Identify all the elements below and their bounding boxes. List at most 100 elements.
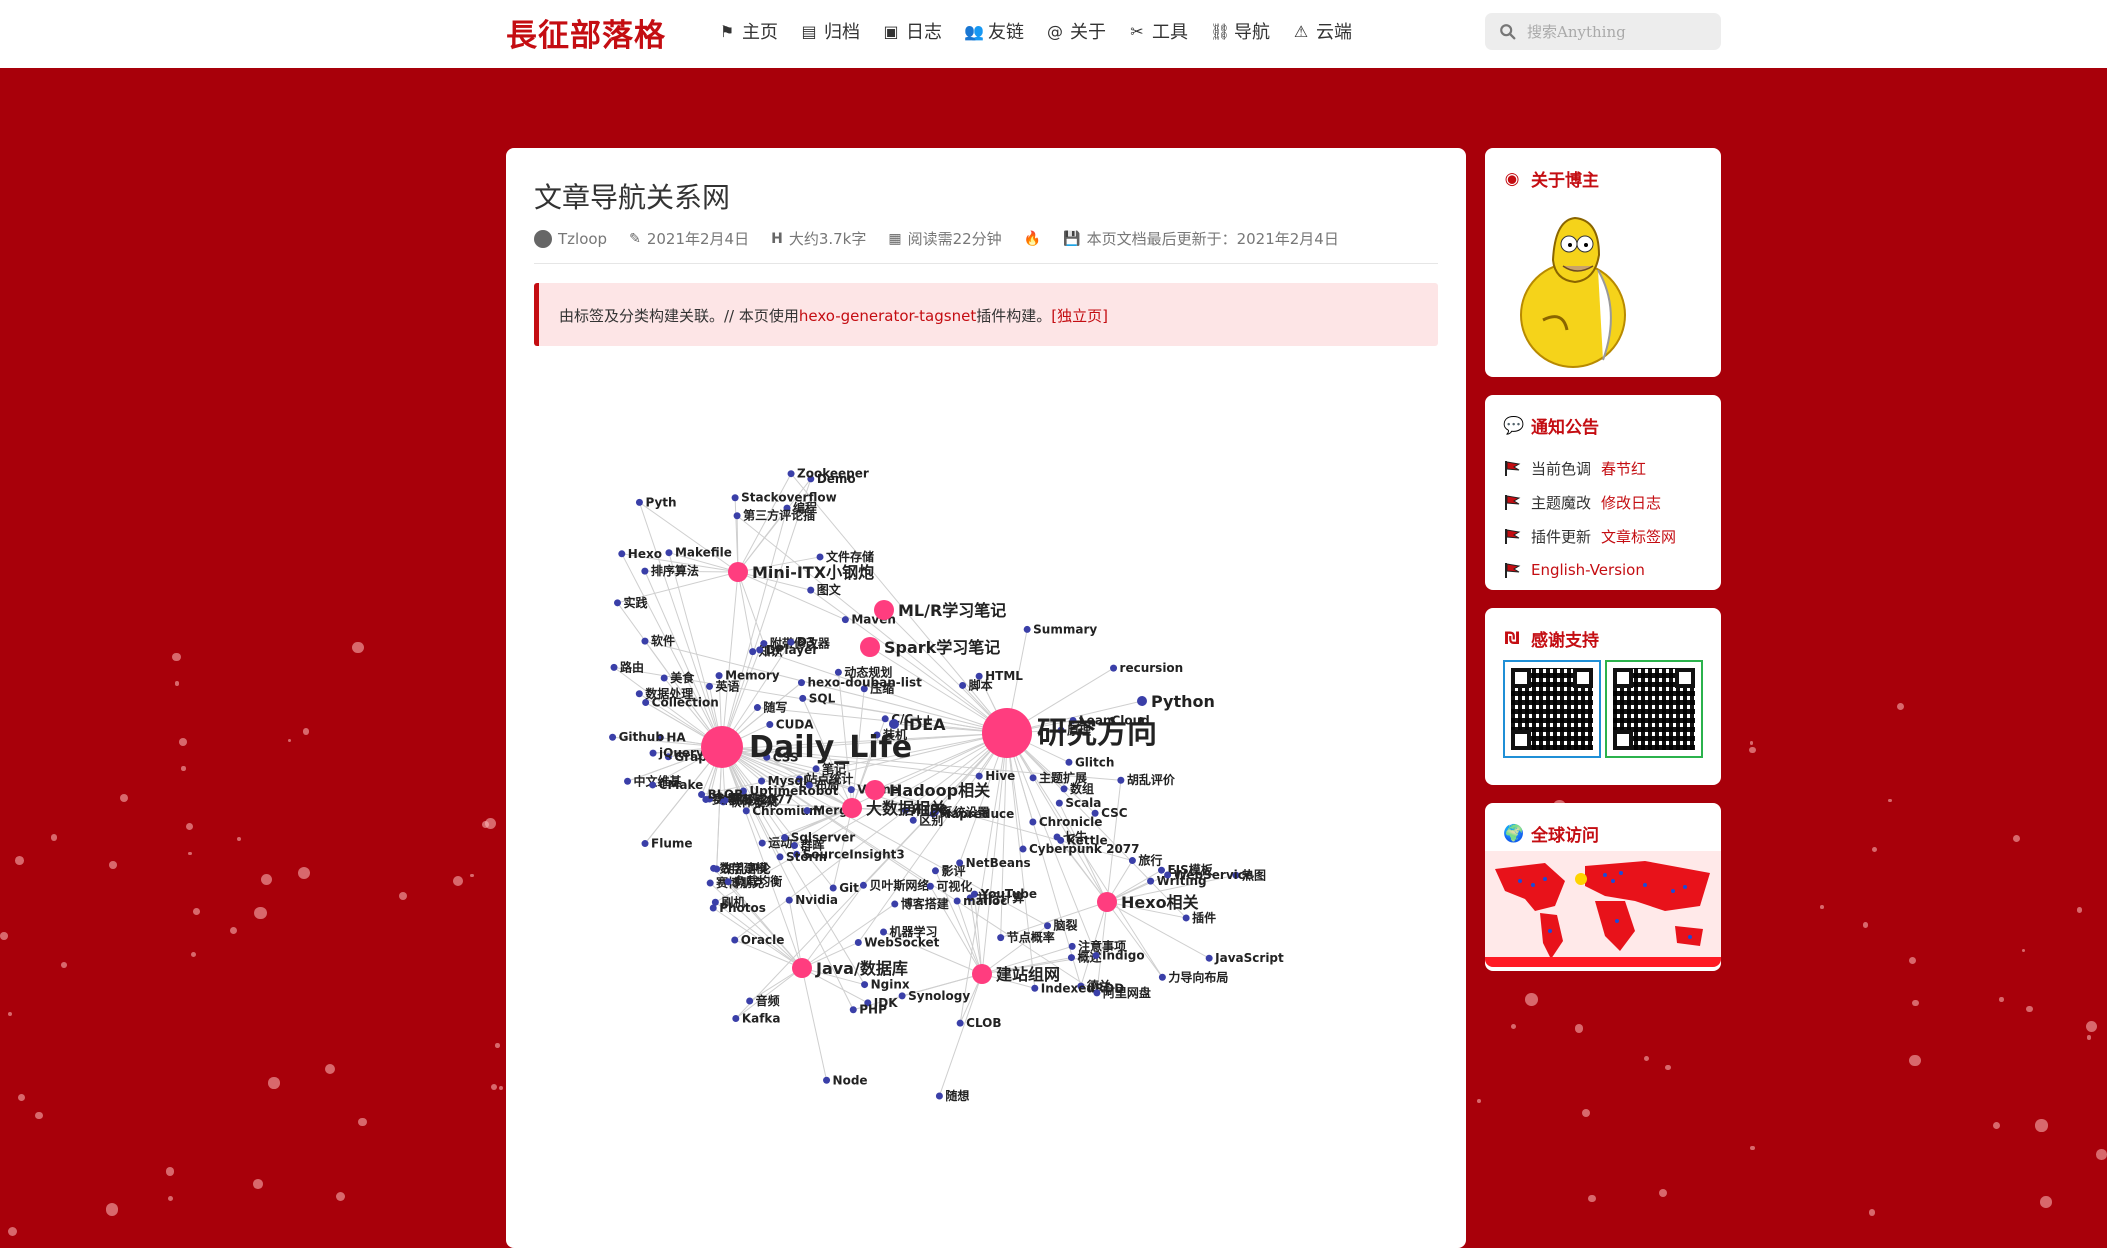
graph-node[interactable]: 博客搭建: [891, 896, 950, 911]
node-label[interactable]: Flume: [651, 837, 693, 851]
avatar[interactable]: [1503, 200, 1643, 370]
node-label[interactable]: CMake: [659, 778, 704, 792]
node-label[interactable]: Makefile: [675, 546, 732, 560]
site-logo[interactable]: 長征部落格: [506, 10, 666, 55]
node-dot[interactable]: [1044, 922, 1052, 930]
visitor-world-map[interactable]: [1485, 851, 1721, 967]
node-dot[interactable]: [610, 663, 618, 671]
node-dot[interactable]: [1097, 892, 1117, 912]
node-label[interactable]: 插件: [1192, 910, 1216, 925]
node-dot[interactable]: [1157, 866, 1165, 874]
node-dot[interactable]: [1068, 942, 1076, 950]
node-dot[interactable]: [891, 900, 899, 908]
node-label[interactable]: jQuery: [658, 746, 704, 760]
node-label[interactable]: Indigo: [1102, 949, 1145, 963]
graph-node[interactable]: Pyth: [635, 495, 677, 509]
node-label[interactable]: Sqlserver: [791, 831, 856, 845]
graph-node[interactable]: Summary: [1023, 622, 1098, 636]
node-dot[interactable]: [898, 992, 906, 1000]
graph-node[interactable]: Scala: [1055, 796, 1102, 810]
nav-item-archive[interactable]: ▤ 归档: [800, 18, 860, 44]
node-dot[interactable]: [665, 549, 673, 557]
node-dot[interactable]: [854, 938, 862, 946]
announcement-link[interactable]: 修改日志: [1601, 492, 1661, 513]
node-dot[interactable]: [797, 679, 805, 687]
node-dot[interactable]: [766, 721, 774, 729]
graph-node[interactable]: Daily_Life: [701, 726, 912, 768]
node-dot[interactable]: [710, 864, 718, 872]
node-dot[interactable]: [926, 882, 934, 890]
graph-node[interactable]: 实践: [614, 595, 648, 610]
node-label[interactable]: 第三方评论插: [743, 508, 815, 523]
node-dot[interactable]: [742, 807, 750, 815]
node-dot[interactable]: [756, 646, 764, 654]
graph-node[interactable]: 刷机: [711, 894, 746, 909]
node-label[interactable]: SQL: [809, 691, 836, 705]
node-label[interactable]: 贝叶斯网络: [869, 877, 929, 892]
node-dot[interactable]: [812, 765, 820, 773]
graph-node[interactable]: 数学建模: [710, 860, 769, 875]
graph-node[interactable]: Stackoverflow: [731, 491, 837, 505]
node-dot[interactable]: [1092, 952, 1100, 960]
node-label[interactable]: 数据处理: [645, 686, 693, 701]
node-dot[interactable]: [859, 881, 867, 889]
graph-node[interactable]: hexo-douban-list: [797, 676, 922, 690]
node-dot[interactable]: [706, 682, 714, 690]
node-dot[interactable]: [746, 997, 754, 1005]
node-dot[interactable]: [701, 726, 743, 768]
nav-item-tools[interactable]: ✂ 工具: [1128, 18, 1188, 44]
node-label[interactable]: 脑裂: [1053, 918, 1078, 933]
graph-node[interactable]: 音频: [746, 993, 780, 1008]
node-dot[interactable]: [799, 694, 807, 702]
node-label[interactable]: 博客搭建: [901, 896, 950, 911]
node-label[interactable]: ML/R学习笔记: [898, 601, 1006, 620]
node-label[interactable]: 文件存储: [826, 549, 874, 564]
node-label[interactable]: Stackoverflow: [741, 491, 837, 505]
node-dot[interactable]: [931, 867, 939, 875]
node-dot[interactable]: [1053, 833, 1061, 841]
graph-node[interactable]: NetBeans: [956, 856, 1031, 870]
graph-node[interactable]: 研究方向: [982, 708, 1157, 758]
node-dot[interactable]: [698, 791, 706, 799]
graph-node[interactable]: 阿里网盘: [1093, 985, 1151, 1000]
graph-node[interactable]: Chronicle: [1029, 815, 1102, 829]
graph-node[interactable]: malloc: [953, 894, 1008, 908]
graph-node[interactable]: 图文: [807, 582, 842, 597]
node-dot[interactable]: [1019, 845, 1027, 853]
node-label[interactable]: Mini-ITX小钢炮: [752, 563, 874, 582]
node-dot[interactable]: [641, 637, 649, 645]
nav-item-home[interactable]: ⚑ 主页: [718, 18, 778, 44]
graph-node[interactable]: 节点概率: [997, 930, 1055, 945]
node-label[interactable]: Hexo: [628, 547, 662, 561]
node-dot[interactable]: [816, 553, 824, 561]
node-label[interactable]: 英语: [716, 678, 740, 693]
node-dot[interactable]: [1158, 973, 1166, 981]
node-dot[interactable]: [1029, 774, 1037, 782]
node-dot[interactable]: [959, 681, 967, 689]
node-dot[interactable]: [889, 719, 899, 729]
node-label[interactable]: Chronicle: [1039, 815, 1103, 829]
graph-node[interactable]: PHP: [849, 1003, 887, 1017]
node-dot[interactable]: [641, 567, 649, 575]
node-dot[interactable]: [618, 550, 626, 558]
graph-node[interactable]: 力导向布局: [1158, 969, 1229, 984]
node-dot[interactable]: [1055, 799, 1063, 807]
nav-item-journal[interactable]: ▣ 日志: [882, 18, 942, 44]
graph-node[interactable]: 随写: [753, 700, 788, 715]
node-dot[interactable]: [807, 586, 815, 594]
node-dot[interactable]: [975, 772, 983, 780]
node-label[interactable]: Python: [1151, 692, 1215, 711]
node-label[interactable]: 刷机: [721, 894, 745, 909]
graph-node[interactable]: 建站组网: [972, 964, 1060, 984]
node-dot[interactable]: [781, 834, 789, 842]
graph-node[interactable]: Hexo相关: [1097, 892, 1199, 912]
node-label[interactable]: JavaScript: [1214, 951, 1284, 965]
node-dot[interactable]: [1023, 625, 1031, 633]
graph-node[interactable]: 第三方评论插: [733, 508, 816, 523]
node-dot[interactable]: [731, 494, 739, 502]
graph-node[interactable]: Makefile: [665, 546, 732, 560]
node-label[interactable]: 节点概率: [1007, 930, 1055, 945]
announcement-link[interactable]: 春节红: [1601, 458, 1646, 479]
node-dot[interactable]: [881, 715, 889, 723]
graph-node[interactable]: 文件存储: [816, 549, 875, 564]
